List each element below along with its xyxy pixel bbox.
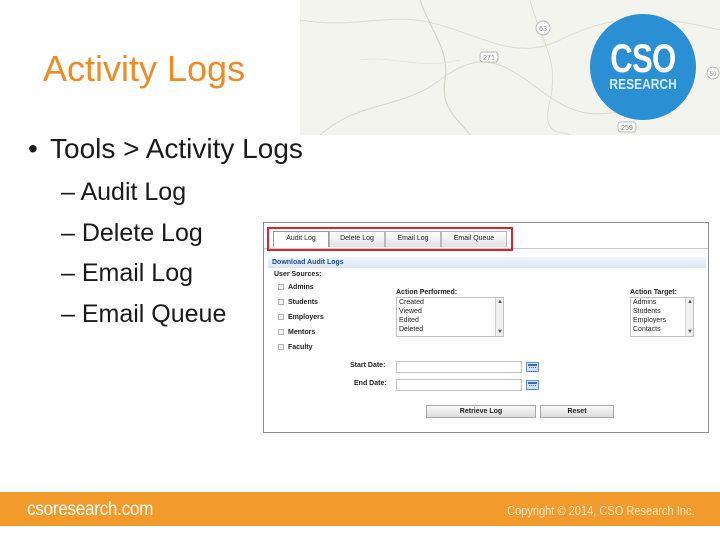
audit-log-screenshot: Audit Log Delete Log Email Log Email Que… xyxy=(263,222,709,433)
action-target-option[interactable]: Admins xyxy=(631,298,693,307)
sub-bullet-list: – Audit Log – Delete Log – Email Log – E… xyxy=(61,176,226,338)
action-performed-listbox[interactable]: Created Viewed Edited Deleted ▲ ▼ xyxy=(396,297,504,337)
sub-bullet-delete-log: – Delete Log xyxy=(61,218,203,247)
checkbox-mentors[interactable] xyxy=(278,329,284,335)
action-target-listbox[interactable]: Admins Students Employers Contacts ▲ ▼ xyxy=(630,297,694,337)
start-date-label: Start Date: xyxy=(350,362,386,369)
user-source-admins: Admins xyxy=(288,284,314,291)
checkbox-students[interactable] xyxy=(278,299,284,305)
checkbox-employers[interactable] xyxy=(278,314,284,320)
bullet-marker: • xyxy=(28,133,38,164)
footer-copyright: Copyright © 2014, CSO Research Inc. xyxy=(507,503,695,518)
slide-title: Activity Logs xyxy=(43,48,246,89)
footer-site: csoresearch.com xyxy=(27,499,154,520)
map-route-label: 63 xyxy=(539,26,547,33)
map-route-label: 50 xyxy=(710,72,717,78)
action-performed-option[interactable]: Created xyxy=(397,298,503,307)
user-source-employers: Employers xyxy=(288,314,324,321)
action-target-option[interactable]: Contacts xyxy=(631,325,693,334)
scroll-up-icon[interactable]: ▲ xyxy=(687,299,693,305)
section-title: Download Audit Logs xyxy=(268,257,706,268)
bullet-main: • Tools > Activity Logs xyxy=(28,133,303,165)
logo-sub-text: RESEARCH xyxy=(609,76,677,93)
user-sources-label: User Sources: xyxy=(274,271,322,278)
cso-research-logo: CSO RESEARCH xyxy=(590,14,696,120)
action-target-option[interactable]: Employers xyxy=(631,316,693,325)
end-date-input[interactable] xyxy=(396,379,522,391)
action-target-option[interactable]: Students xyxy=(631,307,693,316)
action-performed-option[interactable]: Edited xyxy=(397,316,503,325)
start-date-input[interactable] xyxy=(396,361,522,373)
tabs-highlight-box xyxy=(267,227,513,251)
bullet-main-text: Tools > Activity Logs xyxy=(50,133,303,164)
user-source-mentors: Mentors xyxy=(288,329,316,336)
action-performed-label: Action Performed: xyxy=(396,289,458,296)
user-source-students: Students xyxy=(288,299,318,306)
retrieve-log-button[interactable]: Retrieve Log xyxy=(426,405,536,418)
scroll-down-icon[interactable]: ▼ xyxy=(687,329,693,335)
sub-bullet-audit-log: – Audit Log xyxy=(61,178,187,206)
action-performed-option[interactable]: Viewed xyxy=(397,307,503,316)
scroll-down-icon[interactable]: ▼ xyxy=(497,329,503,335)
map-route-label: 271 xyxy=(483,55,495,62)
action-performed-scrollbar[interactable]: ▲ ▼ xyxy=(495,298,503,336)
sub-bullet-email-log: – Email Log xyxy=(61,259,194,287)
reset-button[interactable]: Reset xyxy=(540,405,614,418)
sub-bullet-email-queue: – Email Queue xyxy=(61,299,227,328)
action-target-scrollbar[interactable]: ▲ ▼ xyxy=(685,298,693,336)
checkbox-faculty[interactable] xyxy=(278,344,284,350)
action-target-label: Action Target: xyxy=(630,289,677,296)
scroll-up-icon[interactable]: ▲ xyxy=(497,299,503,305)
calendar-icon[interactable] xyxy=(526,362,539,372)
footer-bar: csoresearch.com Copyright © 2014, CSO Re… xyxy=(0,492,720,526)
checkbox-admins[interactable] xyxy=(278,284,284,290)
action-performed-option[interactable]: Deleted xyxy=(397,325,503,334)
user-source-faculty: Faculty xyxy=(288,344,313,351)
map-route-label: 259 xyxy=(621,125,633,132)
end-date-label: End Date: xyxy=(354,380,387,387)
logo-main-text: CSO xyxy=(610,37,676,81)
calendar-icon[interactable] xyxy=(526,380,539,390)
